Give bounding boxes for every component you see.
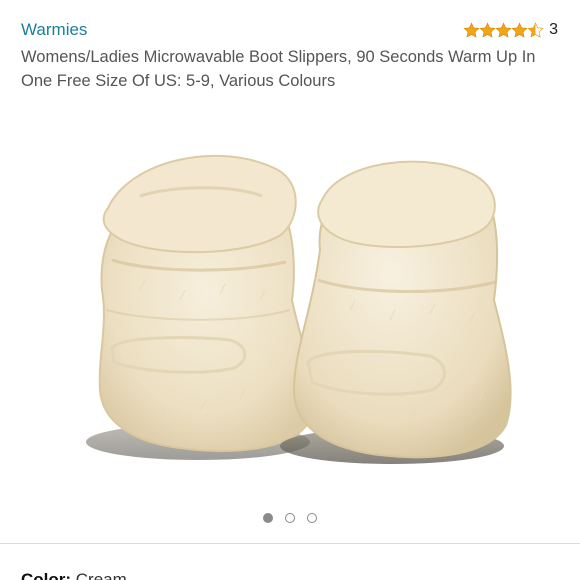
half-star-icon: [527, 21, 544, 38]
color-value: Cream: [75, 570, 127, 580]
product-image[interactable]: [50, 100, 530, 495]
star-rating: [463, 21, 544, 39]
color-selector[interactable]: Color: Cream: [21, 569, 127, 580]
color-label: Color:: [21, 570, 72, 580]
star-icon: [511, 21, 528, 38]
image-carousel-indicators: [0, 513, 580, 523]
product-page: Warmies 3 Womens/Ladies Microwavable Boo…: [0, 0, 580, 580]
carousel-dot-2[interactable]: [285, 513, 295, 523]
brand-link[interactable]: Warmies: [21, 20, 87, 40]
section-divider: [0, 543, 580, 544]
rating-count[interactable]: 3: [549, 20, 558, 40]
star-icon: [463, 21, 480, 38]
product-title: Womens/Ladies Microwavable Boot Slippers…: [21, 48, 536, 90]
rating-summary[interactable]: 3: [463, 20, 558, 40]
star-icon: [479, 21, 496, 38]
star-icon: [495, 21, 512, 38]
carousel-dot-3[interactable]: [307, 513, 317, 523]
carousel-dot-1[interactable]: [263, 513, 273, 523]
